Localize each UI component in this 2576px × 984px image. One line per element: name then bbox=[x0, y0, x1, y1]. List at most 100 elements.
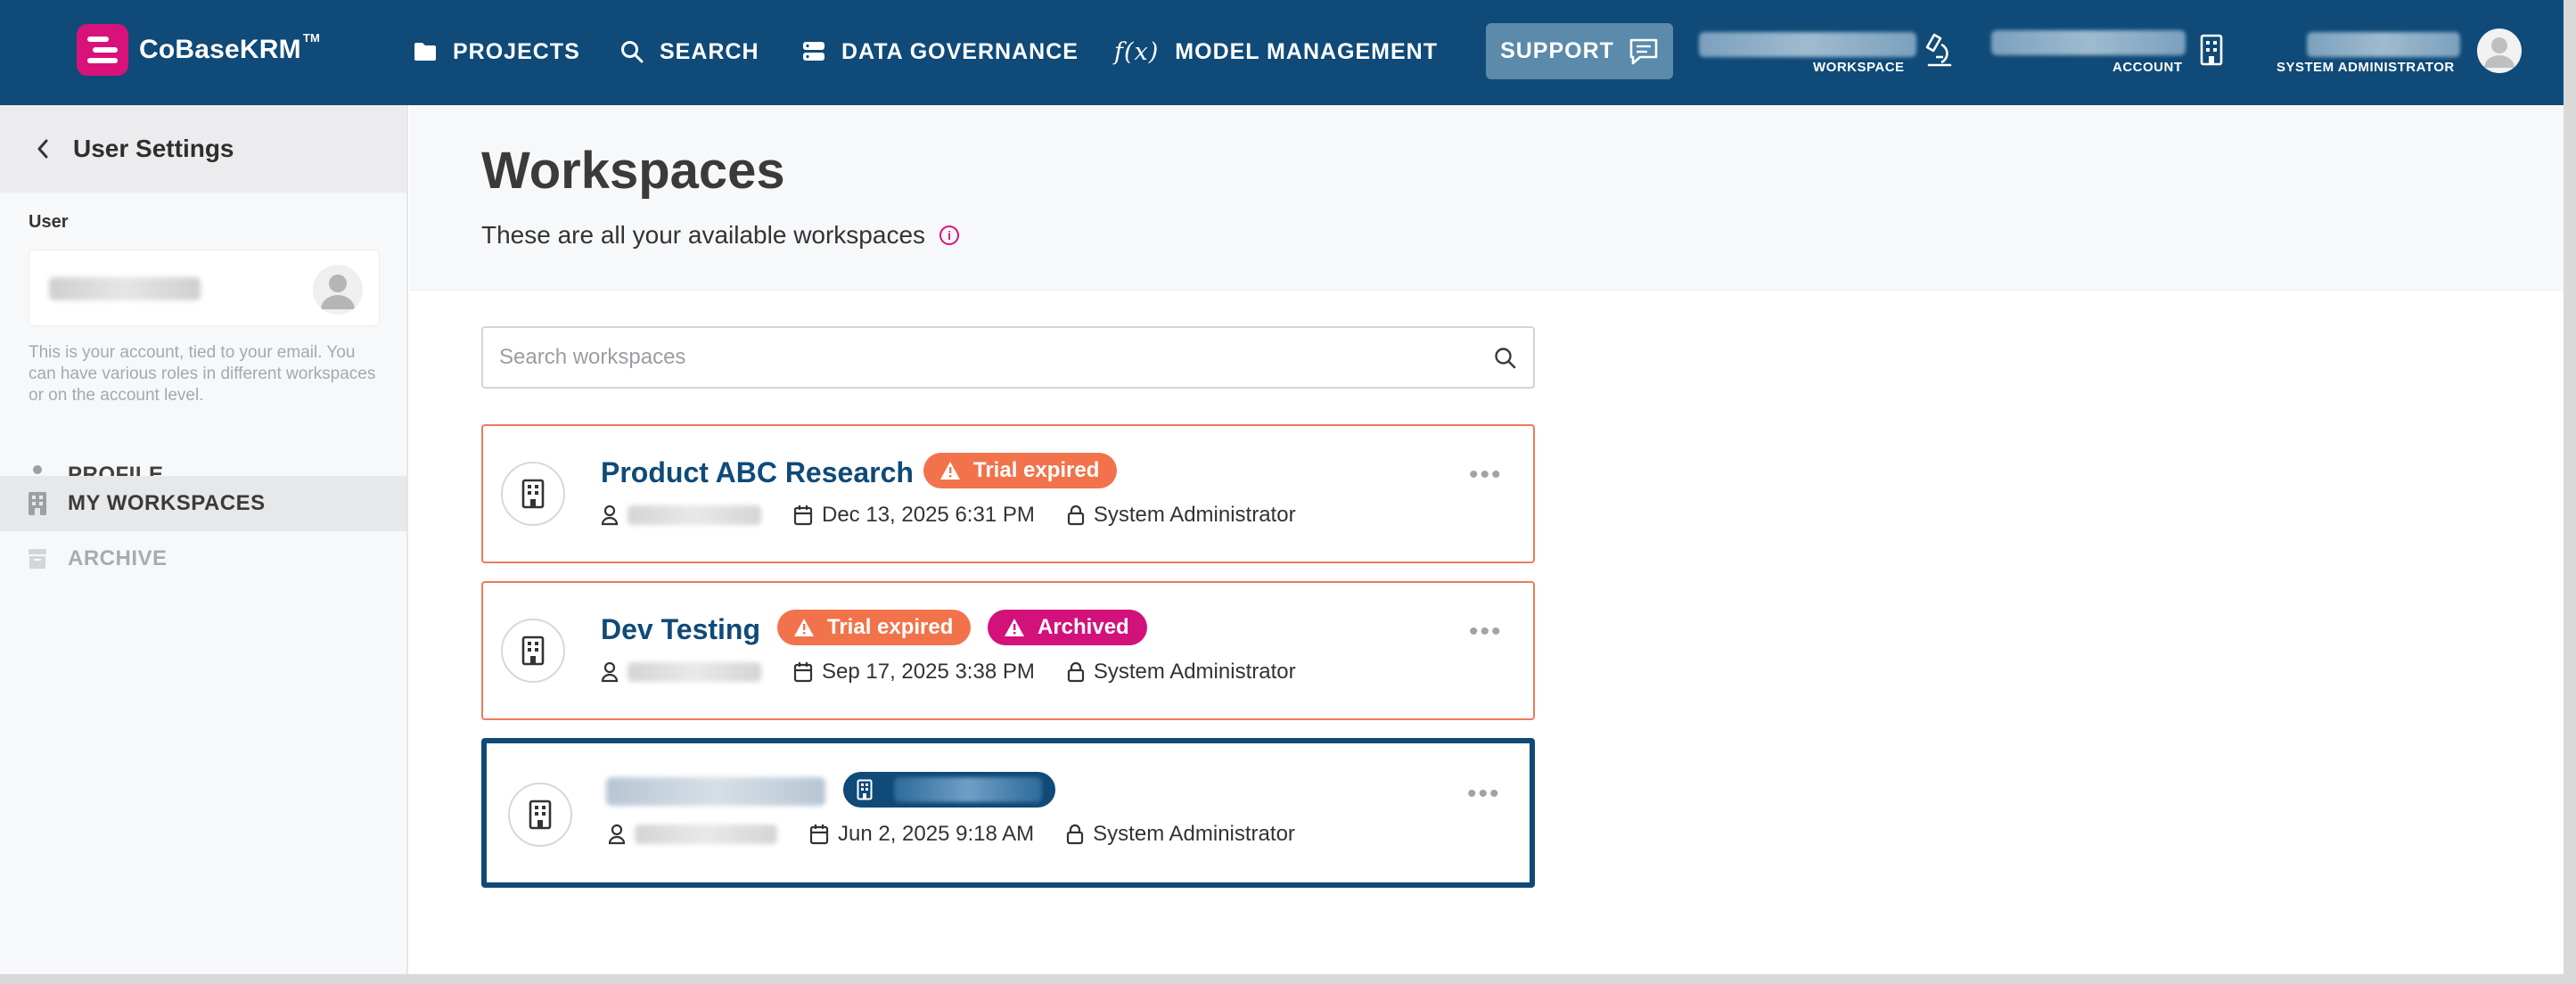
workspace-card-selected[interactable]: ••• Jun 2, 2025 9:18 AM System Administr… bbox=[481, 738, 1535, 888]
top-navigation-bar: CoBaseKRM TM PROJECTS SEARCH DATA GOVERNA… bbox=[0, 0, 2564, 105]
cobase-logo-icon bbox=[77, 24, 128, 76]
support-button[interactable]: SUPPORT bbox=[1486, 23, 1673, 79]
nav-model-management[interactable]: f(x) MODEL MANAGEMENT bbox=[1114, 0, 1438, 103]
user-menu[interactable]: SYSTEM ADMINISTRATOR bbox=[2273, 0, 2478, 103]
page-title: Workspaces bbox=[481, 142, 785, 200]
brand-name: CoBaseKRM TM bbox=[139, 31, 321, 64]
workspace-title[interactable]: Dev Testing bbox=[601, 613, 760, 646]
more-options-icon[interactable]: ••• bbox=[1467, 781, 1501, 808]
workspace-card[interactable]: Product ABC Research Trial expired ••• D… bbox=[481, 424, 1535, 563]
building-icon bbox=[29, 492, 46, 515]
owner-name-redacted bbox=[628, 662, 761, 682]
workspace-meta: Sep 17, 2025 3:38 PM System Administrato… bbox=[601, 660, 1296, 685]
archive-icon bbox=[29, 549, 46, 569]
person-outline-icon bbox=[601, 504, 619, 526]
sidebar-title: User Settings bbox=[73, 135, 234, 162]
support-label: SUPPORT bbox=[1500, 38, 1614, 63]
workspace-date: Jun 2, 2025 9:18 AM bbox=[838, 822, 1035, 846]
nav-data-governance[interactable]: DATA GOVERNANCE bbox=[802, 0, 1079, 103]
user-email-redacted bbox=[49, 277, 201, 300]
calendar-icon bbox=[793, 662, 813, 683]
user-account-note: This is your account, tied to your email… bbox=[29, 343, 376, 405]
person-outline-icon bbox=[608, 824, 626, 845]
database-icon bbox=[803, 42, 824, 61]
status-badge-label: Archived bbox=[1038, 615, 1129, 639]
workspace-role: System Administrator bbox=[1093, 503, 1296, 527]
page-subtitle-text: These are all your available workspaces bbox=[481, 221, 926, 249]
back-to-user-settings[interactable]: User Settings bbox=[0, 105, 406, 193]
sidebar-item-label: MY WORKSPACES bbox=[68, 491, 266, 515]
account-caption: ACCOUNT bbox=[2112, 60, 2183, 75]
user-avatar[interactable] bbox=[2477, 29, 2522, 73]
avatar-person-icon bbox=[2484, 37, 2514, 68]
workspace-title[interactable]: Product ABC Research bbox=[601, 456, 914, 489]
warning-icon bbox=[940, 462, 960, 480]
workspace-card[interactable]: Dev Testing Trial expired Archived ••• S… bbox=[481, 581, 1535, 720]
user-account-box bbox=[29, 250, 380, 326]
account-name-redacted bbox=[894, 777, 1042, 802]
function-icon: f(x) bbox=[1114, 37, 1160, 66]
sidebar-item-my-workspaces[interactable]: MY WORKSPACES bbox=[0, 476, 406, 531]
search-input[interactable] bbox=[499, 328, 1480, 387]
workspace-meta: Dec 13, 2025 6:31 PM System Administrato… bbox=[601, 503, 1296, 528]
nav-search-label: SEARCH bbox=[660, 38, 759, 64]
user-section-label: User bbox=[29, 212, 69, 232]
info-icon[interactable]: i bbox=[939, 226, 960, 245]
status-badge: Archived bbox=[988, 610, 1147, 645]
window-edge-right bbox=[2564, 0, 2576, 984]
nav-projects[interactable]: PROJECTS bbox=[414, 0, 580, 103]
workspace-role: System Administrator bbox=[1093, 822, 1295, 846]
account-badge bbox=[843, 772, 1055, 808]
workspace-title-redacted[interactable] bbox=[606, 777, 825, 806]
person-outline-icon bbox=[601, 661, 619, 683]
chevron-left-icon bbox=[37, 139, 48, 159]
building-icon bbox=[857, 779, 873, 800]
role-caption: SYSTEM ADMINISTRATOR bbox=[2277, 60, 2455, 75]
account-name-redacted bbox=[1991, 30, 2186, 55]
nav-search[interactable]: SEARCH bbox=[620, 0, 759, 103]
warning-icon bbox=[794, 619, 814, 636]
person-avatar-icon bbox=[321, 275, 355, 309]
workspace-caption: WORKSPACE bbox=[1813, 60, 1905, 75]
brand-logo-link[interactable]: CoBaseKRM TM bbox=[77, 23, 320, 77]
lock-icon bbox=[1067, 824, 1084, 845]
owner-name-redacted bbox=[628, 505, 761, 525]
nav-data-governance-label: DATA GOVERNANCE bbox=[841, 38, 1079, 64]
nav-projects-label: PROJECTS bbox=[453, 38, 580, 64]
search-icon[interactable] bbox=[1494, 347, 1517, 370]
workspace-date: Dec 13, 2025 6:31 PM bbox=[822, 503, 1035, 527]
more-options-icon[interactable]: ••• bbox=[1469, 619, 1503, 645]
nav-model-management-label: MODEL MANAGEMENT bbox=[1175, 38, 1438, 64]
lock-icon bbox=[1067, 661, 1084, 683]
user-name-redacted bbox=[2307, 32, 2460, 57]
workspace-meta: Jun 2, 2025 9:18 AM System Administrator bbox=[608, 822, 1295, 847]
avatar bbox=[313, 265, 363, 315]
account-switcher[interactable]: ACCOUNT bbox=[1991, 0, 2223, 103]
workspace-role: System Administrator bbox=[1093, 660, 1296, 684]
building-icon bbox=[501, 462, 565, 526]
warning-icon bbox=[1005, 619, 1024, 636]
workspace-search bbox=[481, 326, 1535, 389]
building-icon bbox=[2200, 34, 2223, 66]
more-options-icon[interactable]: ••• bbox=[1469, 462, 1503, 488]
status-badge: Trial expired bbox=[777, 610, 972, 645]
status-badge-label: Trial expired bbox=[973, 458, 1100, 482]
building-icon bbox=[501, 619, 565, 683]
workspace-date: Sep 17, 2025 3:38 PM bbox=[822, 660, 1035, 684]
lock-icon bbox=[1067, 504, 1084, 526]
building-icon bbox=[508, 783, 572, 847]
workspace-switcher[interactable]: WORKSPACE bbox=[1699, 0, 1952, 103]
page-header: Workspaces These are all your available … bbox=[410, 105, 2564, 291]
status-badge-label: Trial expired bbox=[827, 615, 954, 639]
settings-sidebar: User Settings User This is your account,… bbox=[0, 105, 408, 974]
folder-icon bbox=[414, 43, 436, 61]
search-icon bbox=[621, 41, 644, 63]
window-edge-bottom bbox=[0, 974, 2576, 984]
calendar-icon bbox=[793, 505, 813, 526]
calendar-icon bbox=[809, 824, 829, 845]
status-badge: Trial expired bbox=[923, 453, 1118, 488]
sidebar-item-archive[interactable]: ARCHIVE bbox=[0, 531, 406, 586]
workspace-name-redacted bbox=[1699, 32, 1916, 57]
microscope-icon bbox=[1925, 33, 1952, 67]
owner-name-redacted bbox=[635, 824, 777, 844]
